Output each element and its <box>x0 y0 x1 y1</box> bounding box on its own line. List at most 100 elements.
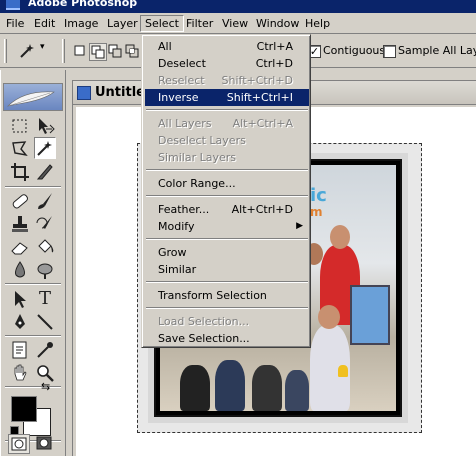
menu-item-modify[interactable]: Modify ▶ <box>145 218 309 235</box>
toolbox-separator-4 <box>5 386 61 388</box>
contiguous-label: Contiguous <box>323 44 386 57</box>
crop-icon[interactable] <box>9 161 31 183</box>
options-grip[interactable] <box>4 39 7 63</box>
clone-stamp-icon[interactable] <box>9 213 31 235</box>
menu-item-label: All <box>158 40 172 53</box>
menu-item-label: Similar <box>158 263 197 276</box>
toolbox: T ⇆ <box>0 70 66 456</box>
menu-item-label: Grow <box>158 246 187 259</box>
brush-icon[interactable] <box>34 190 56 212</box>
menu-edit[interactable]: Edit <box>30 15 59 32</box>
dodge-icon[interactable] <box>34 259 56 281</box>
new-selection-icon[interactable] <box>72 43 90 61</box>
toolbox-separator-3 <box>5 335 61 337</box>
toolbox-separator <box>5 186 61 188</box>
menu-item-shortcut: Alt+Ctrl+D <box>231 203 293 216</box>
app-title: Adobe Photoshop <box>28 0 138 9</box>
hand-icon[interactable] <box>9 362 31 384</box>
menu-item-label: Modify <box>158 220 195 233</box>
rectangular-marquee-icon[interactable] <box>9 115 31 137</box>
person-dark-4 <box>285 370 309 411</box>
sample-all-layers-checkbox[interactable] <box>383 45 396 58</box>
menu-item-deselect[interactable]: Deselect Ctrl+D <box>145 55 309 72</box>
eyedropper-icon[interactable] <box>34 339 56 361</box>
options-grip-2 <box>62 39 65 63</box>
menu-item-similar-layers: Similar Layers <box>145 149 309 166</box>
intersect-selection-icon[interactable] <box>124 43 142 61</box>
menu-separator <box>146 238 308 240</box>
swap-colors-icon[interactable]: ⇆ <box>41 380 50 393</box>
sample-all-layers-label: Sample All Layers <box>398 44 476 57</box>
menu-item-grow[interactable]: Grow <box>145 244 309 261</box>
menu-image[interactable]: Image <box>60 15 102 32</box>
menu-bar: File Edit Image Layer Select Filter View… <box>0 13 476 34</box>
menu-item-shortcut: Alt+Ctrl+A <box>232 117 293 130</box>
menu-item-label: Load Selection... <box>158 315 250 328</box>
menu-item-label: Feather... <box>158 203 210 216</box>
menu-view[interactable]: View <box>218 15 252 32</box>
magic-wand-preset-icon[interactable] <box>18 42 36 60</box>
person-dark-1 <box>180 365 210 411</box>
menu-help[interactable]: Help <box>301 15 334 32</box>
lasso-icon[interactable] <box>9 138 31 160</box>
menu-file[interactable]: File <box>2 15 28 32</box>
menu-item-label: Inverse <box>158 91 199 104</box>
feather-logo-icon[interactable] <box>3 83 63 111</box>
healing-brush-icon[interactable] <box>9 190 31 212</box>
menu-item-inverse[interactable]: Inverse Shift+Ctrl+I <box>145 89 309 106</box>
eraser-icon[interactable] <box>9 236 31 258</box>
menu-filter[interactable]: Filter <box>182 15 217 32</box>
person-head <box>330 225 350 249</box>
menu-item-label: Deselect Layers <box>158 134 246 147</box>
menu-separator <box>146 169 308 171</box>
menu-item-label: Deselect <box>158 57 206 70</box>
subtract-from-selection-icon[interactable] <box>107 43 125 61</box>
history-brush-icon[interactable] <box>34 213 56 235</box>
menu-layer[interactable]: Layer <box>103 15 142 32</box>
menu-select[interactable]: Select <box>140 15 184 32</box>
quick-mask-mode-icon[interactable] <box>34 434 56 454</box>
move-icon[interactable] <box>34 115 56 137</box>
foreground-color-swatch[interactable] <box>11 396 37 422</box>
menu-item-shortcut: Shift+Ctrl+D <box>221 74 293 87</box>
blur-icon[interactable] <box>9 259 31 281</box>
line-icon[interactable] <box>34 311 56 333</box>
menu-item-all[interactable]: All Ctrl+A <box>145 38 309 55</box>
submenu-arrow-icon: ▶ <box>296 221 303 231</box>
menu-item-label: Transform Selection <box>158 289 267 302</box>
menu-item-shortcut: Shift+Ctrl+I <box>226 91 293 104</box>
paint-bucket-icon[interactable] <box>34 236 56 258</box>
menu-window[interactable]: Window <box>252 15 303 32</box>
menu-separator <box>146 281 308 283</box>
type-icon[interactable]: T <box>34 288 56 310</box>
pen-icon[interactable] <box>9 311 31 333</box>
menu-item-label: All Layers <box>158 117 212 130</box>
person-head-3 <box>318 305 340 329</box>
path-selection-icon[interactable] <box>9 288 31 310</box>
menu-item-shortcut: Ctrl+A <box>256 40 293 53</box>
menu-item-label: Similar Layers <box>158 151 237 164</box>
menu-item-shortcut: Ctrl+D <box>255 57 293 70</box>
menu-item-label: Save Selection... <box>158 332 250 345</box>
menu-separator <box>146 195 308 197</box>
menu-item-save-selection[interactable]: Save Selection... <box>145 330 309 347</box>
menu-item-label: Color Range... <box>158 177 236 190</box>
menu-item-deselect-layers: Deselect Layers <box>145 132 309 149</box>
menu-item-reselect: Reselect Shift+Ctrl+D <box>145 72 309 89</box>
select-menu-dropdown: All Ctrl+A Deselect Ctrl+D Reselect Shif… <box>141 34 311 348</box>
magic-wand-icon[interactable] <box>34 137 56 159</box>
menu-separator <box>146 109 308 111</box>
add-to-selection-icon[interactable] <box>89 43 107 61</box>
menu-item-color-range[interactable]: Color Range... <box>145 175 309 192</box>
preset-dropdown-arrow-icon[interactable]: ▾ <box>40 42 50 60</box>
wall-sign-text: ic <box>310 185 327 206</box>
toy-yellow <box>338 365 348 377</box>
slice-icon[interactable] <box>34 161 56 183</box>
toolbox-separator-2 <box>5 283 61 285</box>
menu-item-transform-selection[interactable]: Transform Selection <box>145 287 309 304</box>
wall-sign-text-2: m <box>310 205 323 219</box>
standard-mode-icon[interactable] <box>8 434 30 454</box>
menu-item-feather[interactable]: Feather... Alt+Ctrl+D <box>145 201 309 218</box>
notes-icon[interactable] <box>9 339 31 361</box>
menu-item-similar[interactable]: Similar <box>145 261 309 278</box>
